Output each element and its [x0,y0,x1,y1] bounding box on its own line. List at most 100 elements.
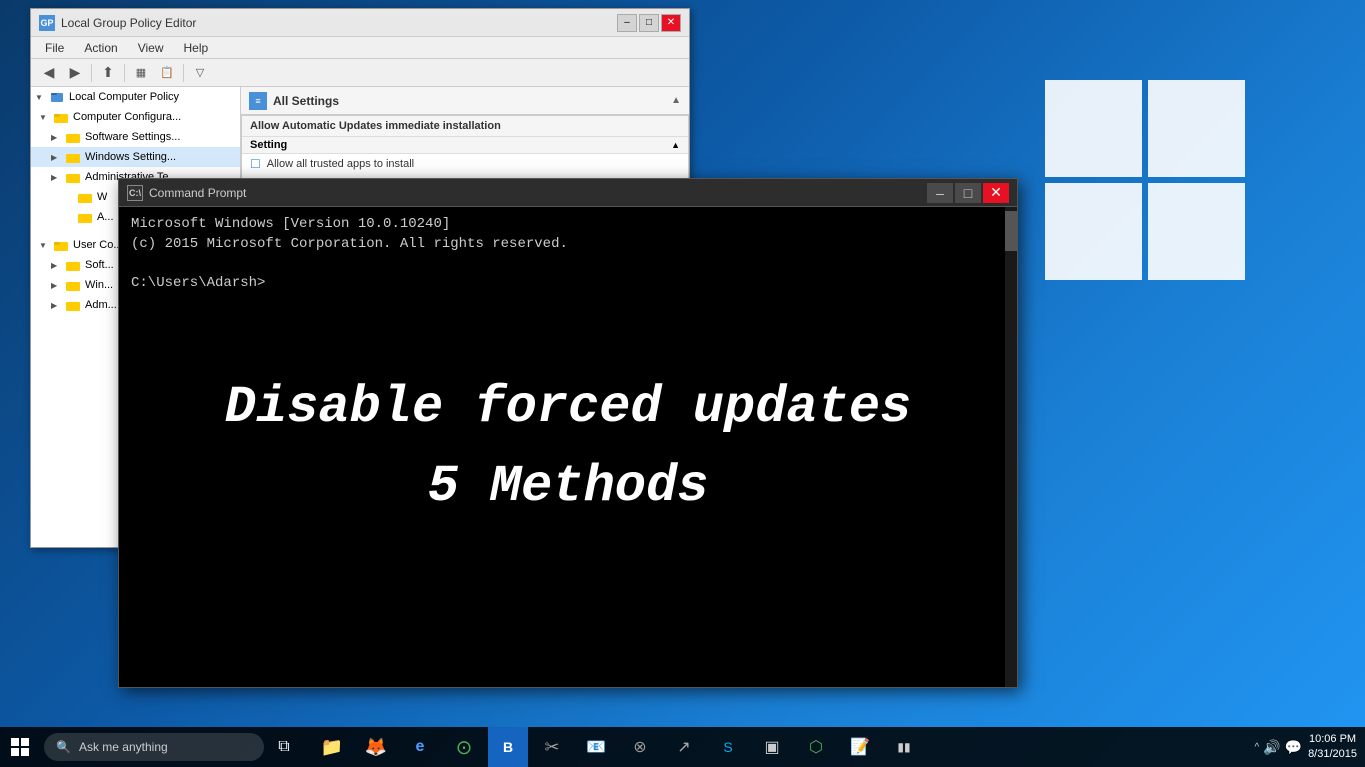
cmd-content: Microsoft Windows [Version 10.0.10240] (… [119,207,1017,687]
user-adm-icon [65,297,81,313]
user-win-icon [65,277,81,293]
show-hide-button[interactable]: ▦ [129,62,153,84]
toolbar-separator-2 [124,64,125,82]
maximize-button[interactable]: □ [639,14,659,32]
filter-button[interactable]: ▽ [188,62,212,84]
windows-logo-icon [11,738,29,756]
user-config-arrow: ▼ [39,241,51,250]
chrome-icon[interactable]: ⊙ [444,727,484,767]
file-explorer-icon[interactable]: 📁 [312,727,352,767]
cmd-scrollbar[interactable] [1005,207,1017,687]
cmd-taskbar-icon[interactable]: ▮▮ [884,727,924,767]
tree-software-settings[interactable]: ▶ Software Settings... [31,127,240,147]
search-bar[interactable]: 🔍 Ask me anything [44,733,264,761]
cmd-line-3 [131,254,1005,274]
network-share-icon[interactable]: ↗ [664,727,704,767]
time-display: 10:06 PM [1309,732,1356,747]
volume-icon[interactable]: 🔊 [1263,739,1280,756]
outlook-icon[interactable]: 📧 [576,727,616,767]
settings-item-1-icon: ☐ [250,157,261,171]
search-placeholder: Ask me anything [79,740,168,754]
date-display: 8/31/2015 [1308,747,1357,762]
desktop-win-logo [1045,80,1265,300]
tree-software-label: Software Settings... [85,131,180,143]
cmd-titlebar: C:\ Command Prompt – □ ✕ [119,179,1017,207]
menu-view[interactable]: View [128,39,174,57]
settings-item-1-label: Allow all trusted apps to install [267,158,414,170]
setting-column-header: Setting [250,139,671,151]
back-button[interactable]: ◀ [37,62,61,84]
admin-icon [65,169,81,185]
cmd-window: C:\ Command Prompt – □ ✕ Microsoft Windo… [118,178,1018,688]
properties-button[interactable]: 📋 [155,62,179,84]
up-button[interactable]: ⬆ [96,62,120,84]
computer-config-icon [53,109,69,125]
close-button[interactable]: ✕ [661,14,681,32]
scissors-icon[interactable]: ✂ [532,727,572,767]
tree-sub2-label: A... [97,211,114,223]
software-icon [65,129,81,145]
photos-icon[interactable]: ▣ [752,727,792,767]
tree-sub1-label: W [97,191,107,203]
user-adm-arrow: ▶ [51,301,63,310]
toolbar-separator-1 [91,64,92,82]
minimize-button[interactable]: – [617,14,637,32]
firefox-icon[interactable]: 🦊 [356,727,396,767]
menu-help[interactable]: Help [174,39,219,57]
user-win-arrow: ▶ [51,281,63,290]
sort-icon: ▲ [671,140,680,150]
toolbar: ◀ ▶ ⬆ ▦ 📋 ▽ [31,59,689,87]
tree-root-label: Local Computer Policy [69,91,179,103]
cmd-scrollbar-thumb[interactable] [1005,211,1017,251]
tree-windows-setting[interactable]: ▶ Windows Setting... [31,147,240,167]
forward-button[interactable]: ▶ [63,62,87,84]
colorpicker-icon[interactable]: ⬡ [796,727,836,767]
windows-setting-arrow: ▶ [51,153,63,162]
cmd-line-1: Microsoft Windows [Version 10.0.10240] [131,215,1005,235]
root-arrow: ▼ [35,93,47,102]
cmd-minimize-button[interactable]: – [927,183,953,203]
overlay-text-area: Disable forced updates 5 Methods [225,378,912,516]
taskbar-app-icons: 📁 🦊 e ⊙ B ✂ 📧 ⊗ ↗ S ▣ ⬡ 📝 ▮▮ [312,727,924,767]
cmd-icon-text: C:\ [129,188,141,198]
dropdown-title: Allow Automatic Updates immediate instal… [250,120,501,132]
show-hidden-icons-button[interactable]: ^ [1254,742,1259,753]
chevron-up-icon: ▲ [671,95,681,106]
microphone-icon: 🔍 [56,740,71,754]
cmd-maximize-button[interactable]: □ [955,183,981,203]
app-b-icon[interactable]: B [488,727,528,767]
task-view-button[interactable]: ⧉ [264,727,304,767]
skype-icon[interactable]: S [708,727,748,767]
notification-icon[interactable]: 💬 [1285,739,1302,756]
tree-windows-setting-label: Windows Setting... [85,151,176,163]
all-settings-label: All Settings [273,94,339,108]
tree-user-config-label: User Co... [73,239,123,251]
menu-bar: File Action View Help [31,37,689,59]
user-soft-icon [65,257,81,273]
settings-item-1[interactable]: ☐ Allow all trusted apps to install [242,154,688,174]
all-settings-bar[interactable]: ≡ All Settings ▲ [241,87,689,115]
cmd-controls: – □ ✕ [927,183,1009,203]
tree-computer-config[interactable]: ▼ Computer Configura... [31,107,240,127]
tree-user-adm-label: Adm... [85,299,117,311]
lgpe-titlebar: GP Local Group Policy Editor – □ ✕ [31,9,689,37]
menu-action[interactable]: Action [74,39,127,57]
notes-icon[interactable]: 📝 [840,727,880,767]
lgpe-title-icon: GP [39,15,55,31]
tree-root[interactable]: ▼ Local Computer Policy [31,87,240,107]
cmd-prompt: C:\Users\Adarsh> [131,274,1005,294]
user-soft-arrow: ▶ [51,261,63,270]
clock[interactable]: 10:06 PM 8/31/2015 [1308,732,1357,763]
root-icon [49,89,65,105]
start-button[interactable] [0,727,40,767]
edge-icon[interactable]: e [400,727,440,767]
menu-file[interactable]: File [35,39,74,57]
dropdown-header: Allow Automatic Updates immediate instal… [242,116,688,137]
admin-arrow: ▶ [51,173,63,182]
sub2-icon [77,209,93,225]
all-settings-icon: ≡ [249,92,267,110]
app-ring-icon[interactable]: ⊗ [620,727,660,767]
cmd-title-text: Command Prompt [149,186,927,200]
task-view-icon: ⧉ [278,738,289,756]
cmd-close-button[interactable]: ✕ [983,183,1009,203]
